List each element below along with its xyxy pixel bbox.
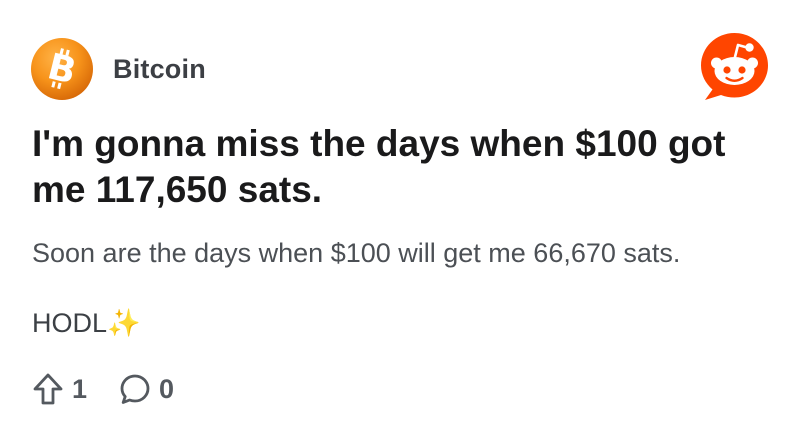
post-title[interactable]: I'm gonna miss the days when $100 got me…	[32, 121, 732, 213]
community-name[interactable]: Bitcoin	[113, 54, 206, 85]
post-body-line: HODL✨	[32, 308, 141, 338]
upvote-button[interactable]: 1	[32, 372, 87, 406]
reddit-icon[interactable]	[699, 31, 770, 102]
comment-bubble-icon[interactable]	[119, 373, 151, 405]
comment-count: 0	[159, 373, 175, 404]
post-actions: 1 0	[32, 371, 174, 407]
post-body: Soon are the days when $100 will get me …	[32, 236, 772, 340]
post-header: B Bitcoin	[31, 38, 206, 100]
bitcoin-icon[interactable]: B	[31, 38, 93, 100]
upvote-arrow-icon[interactable]	[32, 372, 64, 406]
upvote-count: 1	[72, 373, 88, 404]
post-body-line: Soon are the days when $100 will get me …	[32, 238, 681, 268]
comments-button[interactable]: 0	[119, 373, 174, 405]
post-card: B Bitcoin I'm gonna miss the days when $…	[0, 0, 800, 443]
